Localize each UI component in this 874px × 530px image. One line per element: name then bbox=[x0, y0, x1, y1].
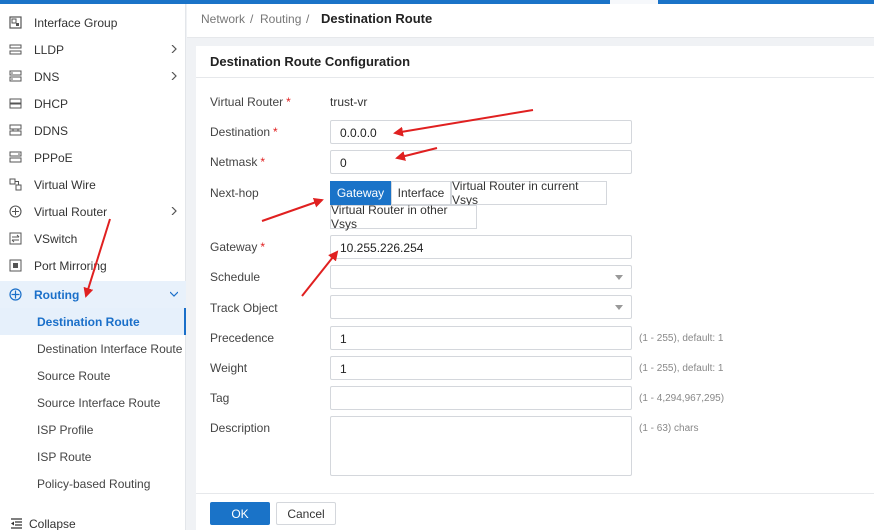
sidebar-subitem-source-route[interactable]: Source Route bbox=[0, 362, 186, 389]
sidebar-item-label: PPPoE bbox=[34, 151, 73, 165]
netmask-input[interactable]: 0 bbox=[330, 150, 632, 174]
weight-label: Weight bbox=[210, 361, 248, 375]
sidebar-item-label: Interface Group bbox=[34, 16, 118, 30]
schedule-select[interactable] bbox=[330, 265, 632, 289]
tag-hint: (1 - 4,294,967,295) bbox=[639, 393, 725, 404]
sidebar-collapse-button[interactable]: Collapse bbox=[0, 512, 186, 530]
nexthop-interface-option[interactable]: Interface bbox=[391, 181, 451, 205]
nexthop-vr-other-vsys-option[interactable]: Virtual Router in other Vsys bbox=[330, 203, 477, 231]
sidebar-item-virtual-wire[interactable]: Virtual Wire bbox=[0, 171, 186, 198]
sidebar-item-port-mirroring[interactable]: Port Mirroring bbox=[0, 252, 186, 279]
sidebar-item-label: DHCP bbox=[34, 97, 69, 111]
schedule-label: Schedule bbox=[210, 270, 261, 284]
precedence-label: Precedence bbox=[210, 331, 275, 345]
description-textarea[interactable] bbox=[330, 416, 632, 476]
dhcp-icon bbox=[9, 98, 22, 109]
nexthop-vr-current-vsys-option[interactable]: Virtual Router in current Vsys bbox=[451, 179, 607, 207]
sidebar-subitem-destination-interface-route[interactable]: Destination Interface Route bbox=[0, 335, 186, 362]
ddns-icon bbox=[9, 124, 22, 136]
chevron-right-icon bbox=[171, 207, 177, 215]
sidebar: Interface Group LLDP DNS DHCP DDNS PPPoE… bbox=[0, 4, 186, 530]
breadcrumb-separator: / bbox=[250, 12, 254, 26]
sidebar-item-dhcp[interactable]: DHCP bbox=[0, 90, 186, 117]
virtual-wire-icon bbox=[9, 178, 22, 191]
sidebar-subitem-label: Destination Route bbox=[37, 315, 140, 329]
collapse-label: Collapse bbox=[29, 517, 76, 530]
sidebar-item-label: DDNS bbox=[34, 124, 69, 138]
gateway-label: Gateway * bbox=[210, 240, 266, 254]
sidebar-subitem-isp-profile[interactable]: ISP Profile bbox=[0, 416, 186, 443]
track-object-label: Track Object bbox=[210, 301, 278, 315]
sidebar-subitem-source-interface-route[interactable]: Source Interface Route bbox=[0, 389, 186, 416]
description-hint: (1 - 63) chars bbox=[639, 423, 699, 434]
virtual-router-icon bbox=[9, 205, 22, 218]
dropdown-caret-icon bbox=[615, 275, 623, 280]
precedence-hint: (1 - 255), default: 1 bbox=[639, 333, 724, 344]
virtual-router-label: Virtual Router * bbox=[210, 95, 291, 109]
sidebar-subitem-isp-route[interactable]: ISP Route bbox=[0, 443, 186, 470]
sidebar-item-label: DNS bbox=[34, 70, 60, 84]
interface-group-icon bbox=[9, 16, 22, 29]
netmask-label: Netmask * bbox=[210, 155, 266, 169]
sidebar-subitem-destination-route[interactable]: Destination Route bbox=[0, 308, 186, 335]
sidebar-item-label: VSwitch bbox=[34, 232, 78, 246]
breadcrumb-current: Destination Route bbox=[321, 11, 433, 26]
track-object-select[interactable] bbox=[330, 295, 632, 319]
tag-input[interactable] bbox=[330, 386, 632, 410]
vswitch-icon bbox=[9, 232, 22, 245]
sidebar-item-label: Routing bbox=[34, 288, 80, 302]
weight-input[interactable]: 1 bbox=[330, 356, 632, 380]
sidebar-item-pppoe[interactable]: PPPoE bbox=[0, 144, 186, 171]
title-divider bbox=[196, 77, 874, 78]
routing-icon bbox=[9, 288, 22, 301]
description-label: Description bbox=[210, 421, 271, 435]
sidebar-subitem-label: Source Route bbox=[37, 369, 111, 383]
dns-icon bbox=[9, 70, 22, 82]
nexthop-gateway-option[interactable]: Gateway bbox=[330, 181, 391, 205]
sidebar-item-label: Virtual Router bbox=[34, 205, 108, 219]
breadcrumb: Network / Routing / Destination Route bbox=[187, 4, 874, 38]
footer-divider bbox=[196, 493, 874, 494]
sidebar-subitem-label: ISP Profile bbox=[37, 423, 94, 437]
sidebar-subitem-label: ISP Route bbox=[37, 450, 92, 464]
sidebar-item-ddns[interactable]: DDNS bbox=[0, 117, 186, 144]
sidebar-item-label: LLDP bbox=[34, 43, 65, 57]
sidebar-item-label: Virtual Wire bbox=[34, 178, 96, 192]
ok-button[interactable]: OK bbox=[210, 502, 270, 525]
sidebar-item-dns[interactable]: DNS bbox=[0, 63, 186, 90]
port-mirroring-icon bbox=[9, 259, 22, 272]
nexthop-label: Next-hop bbox=[210, 186, 259, 200]
destination-label: Destination * bbox=[210, 125, 278, 139]
sidebar-item-routing[interactable]: Routing bbox=[0, 281, 186, 308]
sidebar-subitem-label: Destination Interface Route bbox=[37, 342, 183, 356]
chevron-right-icon bbox=[171, 45, 177, 53]
sidebar-subitem-policy-based-routing[interactable]: Policy-based Routing bbox=[0, 470, 186, 497]
sidebar-item-vswitch[interactable]: VSwitch bbox=[0, 225, 186, 252]
cancel-button[interactable]: Cancel bbox=[276, 502, 336, 525]
sidebar-item-virtual-router[interactable]: Virtual Router bbox=[0, 198, 186, 225]
destination-input[interactable]: 0.0.0.0 bbox=[330, 120, 632, 144]
sidebar-item-interface-group[interactable]: Interface Group bbox=[0, 9, 186, 36]
weight-hint: (1 - 255), default: 1 bbox=[639, 363, 724, 374]
dropdown-caret-icon bbox=[615, 305, 623, 310]
chevron-right-icon bbox=[171, 72, 177, 80]
pppoe-icon bbox=[9, 151, 22, 163]
chevron-down-icon bbox=[170, 291, 178, 297]
sidebar-subitem-label: Policy-based Routing bbox=[37, 477, 151, 491]
gateway-input[interactable]: 10.255.226.254 bbox=[330, 235, 632, 259]
config-panel: Destination Route Configuration Virtual … bbox=[196, 46, 874, 530]
virtual-router-value: trust-vr bbox=[330, 95, 368, 109]
lldp-icon bbox=[9, 44, 22, 55]
collapse-icon bbox=[11, 518, 22, 529]
precedence-input[interactable]: 1 bbox=[330, 326, 632, 350]
sidebar-item-lldp[interactable]: LLDP bbox=[0, 36, 186, 63]
breadcrumb-network[interactable]: Network bbox=[201, 12, 245, 26]
page-title: Destination Route Configuration bbox=[210, 54, 411, 69]
sidebar-item-label: Port Mirroring bbox=[34, 259, 107, 273]
breadcrumb-routing[interactable]: Routing bbox=[260, 12, 301, 26]
sidebar-subitem-label: Source Interface Route bbox=[37, 396, 161, 410]
breadcrumb-separator: / bbox=[306, 12, 310, 26]
tag-label: Tag bbox=[210, 391, 230, 405]
